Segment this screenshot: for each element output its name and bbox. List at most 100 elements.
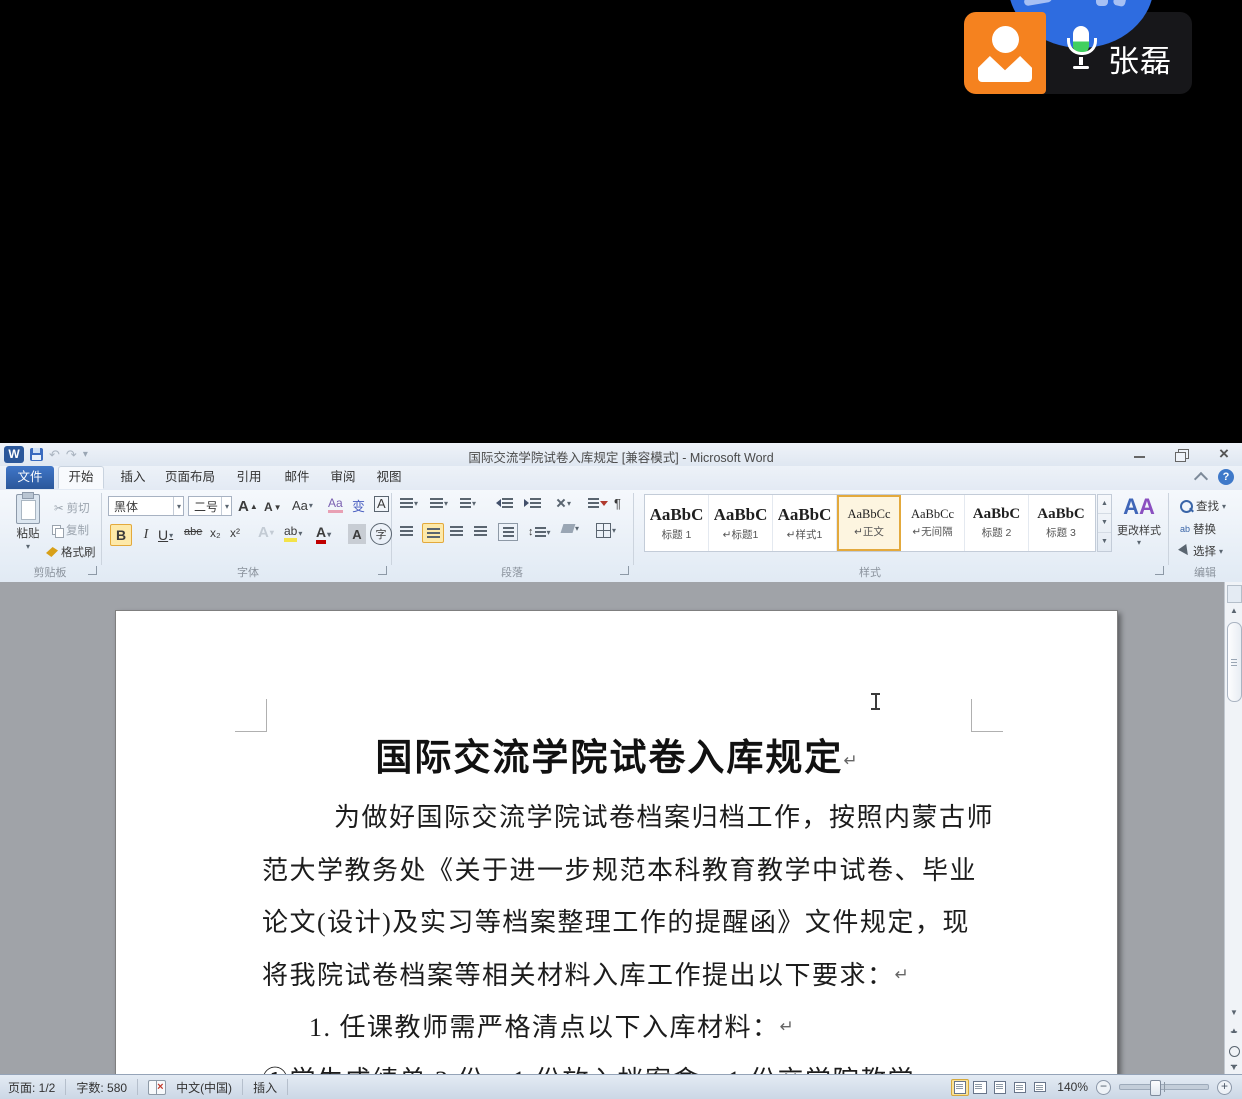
tab-review[interactable]: 审阅 <box>320 466 366 489</box>
font-name-combo[interactable]: 黑体▾ <box>108 496 184 516</box>
tab-references[interactable]: 引用 <box>226 466 272 489</box>
align-center-button[interactable] <box>422 523 444 543</box>
scrollbar-thumb[interactable] <box>1227 622 1242 702</box>
paragraph-dialog-launcher-icon[interactable] <box>620 566 629 575</box>
font-color-button[interactable]: A▾ <box>316 524 331 544</box>
style-no-spacing[interactable]: AaBbCc ↵无间隔 <box>901 495 965 551</box>
font-size-combo[interactable]: 二号▾ <box>188 496 232 516</box>
style-style1[interactable]: AaBbC ↵样式1 <box>773 495 837 551</box>
subscript-button[interactable]: x₂ <box>210 526 221 540</box>
align-left-button[interactable] <box>400 526 413 536</box>
italic-button[interactable]: I <box>138 524 154 546</box>
justify-button[interactable] <box>474 526 487 536</box>
line-spacing-button[interactable]: ↕▾ <box>528 526 551 538</box>
text-highlight-button[interactable]: ab▾ <box>284 524 302 542</box>
style-heading1[interactable]: AaBbC 标题 1 <box>645 495 709 551</box>
strikethrough-button[interactable]: abe <box>184 526 202 538</box>
align-right-button[interactable] <box>450 526 463 536</box>
shading-button[interactable]: ▾ <box>562 524 579 533</box>
language-indicator[interactable]: 中文(中国) <box>176 1079 232 1096</box>
scroll-up-icon[interactable]: ▲ <box>1226 606 1242 615</box>
outline-view-button[interactable] <box>1011 1079 1029 1096</box>
clipboard-dialog-launcher-icon[interactable] <box>88 566 97 575</box>
style-normal-selected[interactable]: AaBbCc ↵正文 <box>837 495 901 551</box>
phonetic-guide-button[interactable]: 变 <box>352 496 365 515</box>
restore-button[interactable] <box>1172 446 1192 462</box>
asian-layout-button[interactable]: ▾ <box>556 498 571 508</box>
style-heading2[interactable]: AaBbC 标题 2 <box>965 495 1029 551</box>
next-page-icon[interactable]: ▁▼ <box>1226 1059 1242 1071</box>
enclose-characters-button[interactable]: 字 <box>370 523 392 545</box>
zoom-in-icon[interactable]: + <box>1217 1080 1232 1095</box>
gallery-down-icon[interactable]: ▼ <box>1098 514 1111 533</box>
shrink-font-button[interactable]: A▼ <box>264 500 282 514</box>
sort-button[interactable] <box>588 498 608 508</box>
body-line[interactable]: 将我院试卷档案等相关材料入库工作提出以下要求：↵ <box>262 955 909 992</box>
insert-mode[interactable]: 插入 <box>253 1079 277 1096</box>
print-layout-view-button[interactable] <box>951 1079 969 1096</box>
borders-button[interactable]: ▾ <box>596 523 616 538</box>
fullscreen-reading-view-button[interactable] <box>971 1079 989 1096</box>
body-line[interactable]: 范大学教务处《关于进一步规范本科教育教学中试卷、毕业 <box>262 850 977 887</box>
copy-button[interactable]: 复制 <box>52 522 89 538</box>
grow-font-button[interactable]: A▲ <box>238 498 258 515</box>
tab-home[interactable]: 开始 <box>58 466 104 489</box>
replace-button[interactable]: ab 替换 <box>1180 521 1216 537</box>
ruler-toggle-icon[interactable] <box>1227 585 1242 603</box>
styles-dialog-launcher-icon[interactable] <box>1155 566 1164 575</box>
multilevel-list-button[interactable]: ▾ <box>460 498 476 508</box>
numbering-button[interactable]: ▾ <box>430 498 448 508</box>
clear-formatting-button[interactable]: Aa <box>328 496 343 513</box>
minimize-button[interactable] <box>1130 446 1150 462</box>
change-styles-button[interactable]: AA 更改样式 ▾ <box>1112 494 1166 564</box>
increase-indent-button[interactable] <box>524 498 541 508</box>
tab-page-layout[interactable]: 页面布局 <box>158 466 222 489</box>
web-layout-view-button[interactable] <box>991 1079 1009 1096</box>
scroll-down-icon[interactable]: ▼ <box>1226 1008 1242 1017</box>
style-heading1-linked[interactable]: AaBbC ↵标题1 <box>709 495 773 551</box>
font-dialog-launcher-icon[interactable] <box>378 566 387 575</box>
zoom-level[interactable]: 140% <box>1057 1080 1088 1094</box>
vertical-scrollbar[interactable]: ▲ ▼ ▲▔ ▁▼ <box>1224 582 1242 1074</box>
distributed-button[interactable] <box>498 523 518 541</box>
format-painter-button[interactable]: 格式刷 <box>46 544 96 560</box>
document-page[interactable]: 国际交流学院试卷入库规定↵ 为做好国际交流学院试卷档案归档工作，按照内蒙古师 范… <box>115 610 1118 1076</box>
select-browse-object-icon[interactable] <box>1229 1046 1240 1057</box>
find-button[interactable]: 查找▾ <box>1180 498 1226 514</box>
zoom-out-icon[interactable]: − <box>1096 1080 1111 1095</box>
spell-check-icon[interactable]: × <box>148 1080 166 1095</box>
tab-file[interactable]: 文件 <box>6 466 54 489</box>
zoom-slider[interactable] <box>1119 1084 1209 1090</box>
character-border-button[interactable]: A <box>374 496 389 512</box>
show-hide-marks-button[interactable]: ¶ <box>614 496 621 511</box>
cut-button[interactable]: ✂剪切 <box>54 500 90 516</box>
character-shading-button[interactable]: A <box>348 524 366 544</box>
decrease-indent-button[interactable] <box>496 498 513 508</box>
word-count[interactable]: 字数: 580 <box>76 1079 127 1096</box>
previous-page-icon[interactable]: ▲▔ <box>1226 1028 1242 1040</box>
body-line[interactable]: 论文(设计)及实习等档案整理工作的提醒函》文件规定，现 <box>262 902 970 939</box>
zoom-slider-thumb[interactable] <box>1150 1080 1161 1096</box>
superscript-button[interactable]: x² <box>230 526 240 540</box>
body-line[interactable]: 1. 任课教师需严格清点以下入库材料：↵ <box>309 1007 794 1044</box>
paste-button[interactable]: 粘贴 ▾ <box>8 494 48 551</box>
tab-mailings[interactable]: 邮件 <box>274 466 320 489</box>
text-effects-button[interactable]: A▾ <box>258 524 274 541</box>
change-case-button[interactable]: Aa▾ <box>292 498 313 513</box>
help-icon[interactable]: ? <box>1218 469 1234 485</box>
bold-button[interactable]: B <box>110 524 132 546</box>
gallery-up-icon[interactable]: ▲ <box>1098 495 1111 514</box>
document-title[interactable]: 国际交流学院试卷入库规定↵ <box>116 727 1117 781</box>
gallery-more-icon[interactable]: ▼ <box>1098 533 1111 551</box>
tab-insert[interactable]: 插入 <box>110 466 156 489</box>
draft-view-button[interactable] <box>1031 1079 1049 1096</box>
underline-button[interactable]: U▾ <box>158 524 173 546</box>
close-button[interactable]: × <box>1214 446 1234 462</box>
page-indicator[interactable]: 页面: 1/2 <box>8 1079 55 1096</box>
body-line[interactable]: 为做好国际交流学院试卷档案归档工作，按照内蒙古师 <box>334 797 994 834</box>
bullets-button[interactable]: ▾ <box>400 498 418 508</box>
tab-view[interactable]: 视图 <box>366 466 412 489</box>
collapse-ribbon-icon[interactable] <box>1194 472 1208 486</box>
select-button[interactable]: 选择▾ <box>1180 543 1223 559</box>
style-heading3[interactable]: AaBbC 标题 3 <box>1029 495 1093 551</box>
